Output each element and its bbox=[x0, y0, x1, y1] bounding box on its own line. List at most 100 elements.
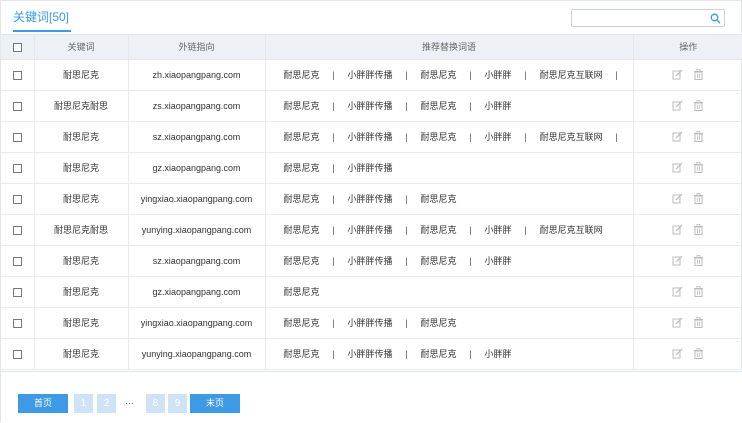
table-row[interactable]: 耐思尼克 yunying.xiaopangpang.com 耐思尼克 | 小胖胖传播 | 耐… bbox=[1, 338, 742, 370]
trash-icon[interactable] bbox=[693, 224, 704, 236]
edit-icon[interactable] bbox=[672, 131, 683, 142]
search-input[interactable] bbox=[571, 9, 708, 27]
recommended-word: 小胖胖 bbox=[484, 349, 512, 359]
recommended-cell: 耐思尼克 | 小胖胖传播 | 耐思尼克 | 小胖胖 bbox=[265, 245, 634, 277]
table-row[interactable]: 耐思尼克 yingxiao.xiaopangpang.com 耐思尼克 | 小胖胖传播 |… bbox=[1, 307, 742, 339]
recommended-cell: 耐思尼克 | 小胖胖传播 | 耐思尼克 bbox=[265, 307, 634, 339]
row-checkbox[interactable] bbox=[12, 225, 22, 235]
keyword-cell: 耐思尼克 bbox=[34, 59, 129, 91]
row-checkbox[interactable] bbox=[12, 163, 22, 173]
edit-icon[interactable] bbox=[672, 255, 683, 266]
recommended-word: 耐思尼克互联网 bbox=[539, 132, 603, 142]
row-checkbox-cell bbox=[1, 338, 35, 370]
trash-icon[interactable] bbox=[693, 286, 704, 298]
actions-cell bbox=[633, 152, 742, 184]
table-row[interactable]: 耐思尼克 zh.xiaopangpang.com 耐思尼克 | 小胖胖传播 | 耐思尼克 | 小… bbox=[1, 59, 742, 91]
recommended-word: 耐思尼克 bbox=[420, 225, 457, 235]
separator: | bbox=[332, 70, 335, 80]
edit-icon[interactable] bbox=[672, 100, 683, 111]
recommended-word: 耐思尼克 bbox=[283, 70, 320, 80]
trash-icon[interactable] bbox=[693, 255, 704, 267]
recommended-cell: 耐思尼克 | 小胖胖传播 bbox=[265, 152, 634, 184]
edit-icon[interactable] bbox=[672, 69, 683, 80]
edit-icon[interactable] bbox=[672, 317, 683, 328]
page-8-button[interactable]: 8 bbox=[146, 394, 165, 413]
recommended-word: 耐思尼克 bbox=[420, 256, 457, 266]
edit-icon[interactable] bbox=[672, 286, 683, 297]
trash-icon[interactable] bbox=[693, 131, 704, 143]
separator: | bbox=[469, 256, 472, 266]
tab-keywords[interactable]: 关键词[50] bbox=[13, 8, 72, 32]
separator: | bbox=[332, 163, 335, 173]
trash-icon[interactable] bbox=[693, 162, 704, 174]
row-checkbox[interactable] bbox=[12, 132, 22, 142]
recommended-word: 小胖胖传播 bbox=[347, 194, 393, 204]
trash-icon[interactable] bbox=[693, 69, 704, 81]
trash-icon[interactable] bbox=[693, 317, 704, 329]
table-row[interactable]: 耐思尼克 sz.xiaopangpang.com 耐思尼克 | 小胖胖传播 | 耐思尼克 | 小… bbox=[1, 245, 742, 277]
table-row[interactable]: 耐思尼克 gz.xiaopangpang.com 耐思尼克 bbox=[1, 276, 742, 308]
recommended-word: 小胖胖传播 bbox=[347, 256, 393, 266]
row-checkbox[interactable] bbox=[12, 70, 22, 80]
link-cell: yunying.xiaopangpang.com bbox=[128, 338, 266, 370]
page-1-button[interactable]: 1 bbox=[74, 394, 93, 413]
recommended-word: 耐思尼克 bbox=[283, 256, 320, 266]
recommended-word: 小胖胖传播 bbox=[347, 132, 393, 142]
search-button[interactable] bbox=[707, 9, 725, 27]
actions-cell bbox=[633, 307, 742, 339]
link-cell: gz.xiaopangpang.com bbox=[128, 276, 266, 308]
row-checkbox-cell bbox=[1, 152, 35, 184]
recommended-cell: 耐思尼克|小胖胖传播|耐思尼克|小胖胖|耐思尼克互联网|······ bbox=[265, 59, 634, 91]
last-page-button[interactable]: 末页 bbox=[190, 394, 240, 413]
select-all-checkbox[interactable] bbox=[12, 42, 22, 52]
table-row[interactable]: 耐思尼克耐思 zs.xiaopangpang.com 耐思尼克 | 小胖胖传播 | 耐思尼克… bbox=[1, 90, 742, 122]
link-cell: yingxiao.xiaopangpang.com bbox=[128, 307, 266, 339]
keyword-cell: 耐思尼克 bbox=[34, 338, 129, 370]
actions-cell bbox=[633, 90, 742, 122]
trash-icon[interactable] bbox=[693, 100, 704, 112]
recommended-word: 耐思尼克 bbox=[283, 163, 320, 173]
edit-icon[interactable] bbox=[672, 193, 683, 204]
edit-icon[interactable] bbox=[672, 348, 683, 359]
recommended-cell: 耐思尼克 bbox=[265, 276, 634, 308]
column-header-keyword[interactable]: 关键词 bbox=[34, 35, 129, 60]
table-row[interactable]: 耐思尼克 sz.xiaopangpang.com 耐思尼克 | 小胖胖传播 | 耐思尼克 | 小… bbox=[1, 121, 742, 153]
row-checkbox[interactable] bbox=[12, 349, 22, 359]
separator: | bbox=[332, 101, 335, 111]
edit-icon[interactable] bbox=[672, 162, 683, 173]
column-header-recommended[interactable]: 推荐替换词语 bbox=[265, 35, 634, 60]
recommended-word: 耐思尼克 bbox=[420, 101, 457, 111]
row-checkbox[interactable] bbox=[12, 318, 22, 328]
row-checkbox[interactable] bbox=[12, 101, 22, 111]
table-row[interactable]: 耐思尼克耐思 yunying.xiaopangpang.com 耐思尼克 | 小胖胖传播… bbox=[1, 214, 742, 246]
separator: | bbox=[332, 132, 335, 142]
table-row[interactable]: 耐思尼克 gz.xiaopangpang.com 耐思尼克 | 小胖胖传播 bbox=[1, 152, 742, 184]
row-checkbox[interactable] bbox=[12, 194, 22, 204]
recommended-word: 小胖胖传播 bbox=[347, 70, 393, 80]
separator: | bbox=[469, 101, 472, 111]
row-checkbox[interactable] bbox=[12, 256, 22, 266]
recommended-word: 小胖胖 bbox=[484, 225, 512, 235]
recommended-word: 小胖胖传播 bbox=[347, 163, 393, 173]
edit-icon[interactable] bbox=[672, 224, 683, 235]
recommended-word: 耐思尼克 bbox=[283, 132, 320, 142]
row-checkbox[interactable] bbox=[12, 287, 22, 297]
page-9-button[interactable]: 9 bbox=[168, 394, 187, 413]
recommended-word: 耐思尼克 bbox=[420, 70, 457, 80]
separator: | bbox=[524, 70, 527, 80]
recommended-word: 耐思尼克 bbox=[283, 101, 320, 111]
table-row[interactable]: 耐思尼克 yingxiao.xiaopangpang.com 耐思尼克 | 小胖胖传播 |… bbox=[1, 183, 742, 215]
first-page-button[interactable]: 首页 bbox=[18, 394, 68, 413]
recommended-word: 耐思尼克 bbox=[283, 225, 320, 235]
trash-icon[interactable] bbox=[693, 193, 704, 205]
search-icon bbox=[710, 13, 721, 24]
keyword-cell: 耐思尼克 bbox=[34, 152, 129, 184]
column-header-link[interactable]: 外链指向 bbox=[128, 35, 266, 60]
row-checkbox-cell bbox=[1, 183, 35, 215]
link-cell: gz.xiaopangpang.com bbox=[128, 152, 266, 184]
recommended-cell: 耐思尼克|小胖胖传播|耐思尼克|小胖胖|耐思尼克互联网|······ bbox=[265, 121, 634, 153]
trash-icon[interactable] bbox=[693, 348, 704, 360]
actions-cell bbox=[633, 276, 742, 308]
table-header-row: 关键词 外链指向 推荐替换词语 操作 bbox=[1, 35, 742, 60]
page-2-button[interactable]: 2 bbox=[97, 394, 116, 413]
